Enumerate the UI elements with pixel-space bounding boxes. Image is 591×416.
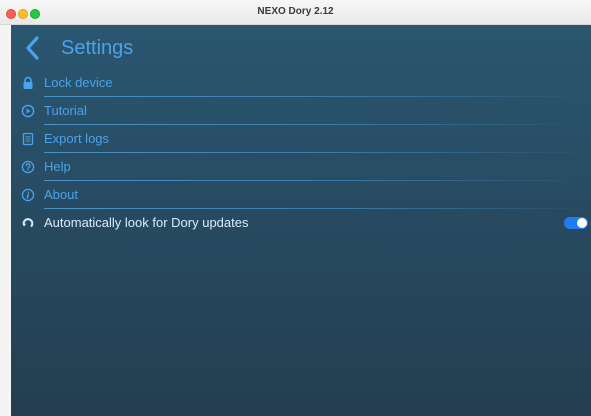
back-button[interactable] [23,36,43,60]
settings-panel: Settings Lock device Tutorial Export log… [11,25,591,416]
auto-update-toggle[interactable] [564,217,588,229]
menu-item-help[interactable]: Help [11,153,591,181]
title-bar[interactable]: NEXO Dory 2.12 [0,0,591,25]
chevron-left-icon [26,36,39,60]
menu-item-label: Export logs [44,131,110,146]
menu-item-about[interactable]: About [11,181,591,209]
play-circle-icon [21,104,35,118]
window-title: NEXO Dory 2.12 [257,6,334,17]
menu-item-label: Tutorial [44,103,87,118]
menu-item-tutorial[interactable]: Tutorial [11,97,591,125]
page-title: Settings [61,37,134,59]
window-edge [0,25,11,416]
menu-item-export-logs[interactable]: Export logs [11,125,591,153]
question-circle-icon [21,160,35,174]
info-circle-icon [21,188,35,202]
auto-update-label: Automatically look for Dory updates [44,215,249,230]
settings-header: Settings [11,25,591,69]
auto-update-setting: Automatically look for Dory updates [11,209,591,237]
settings-menu: Lock device Tutorial Export logs Help Ab… [11,69,591,237]
menu-item-label: About [44,187,78,202]
menu-item-label: Lock device [44,75,113,90]
document-icon [22,132,34,146]
app-window: NEXO Dory 2.12 Settings Lock device Tuto… [0,0,591,416]
lock-icon [23,76,33,89]
menu-item-label: Help [44,159,71,174]
menu-item-lock-device[interactable]: Lock device [11,69,591,97]
toggle-knob [577,218,587,228]
refresh-icon [22,218,34,227]
